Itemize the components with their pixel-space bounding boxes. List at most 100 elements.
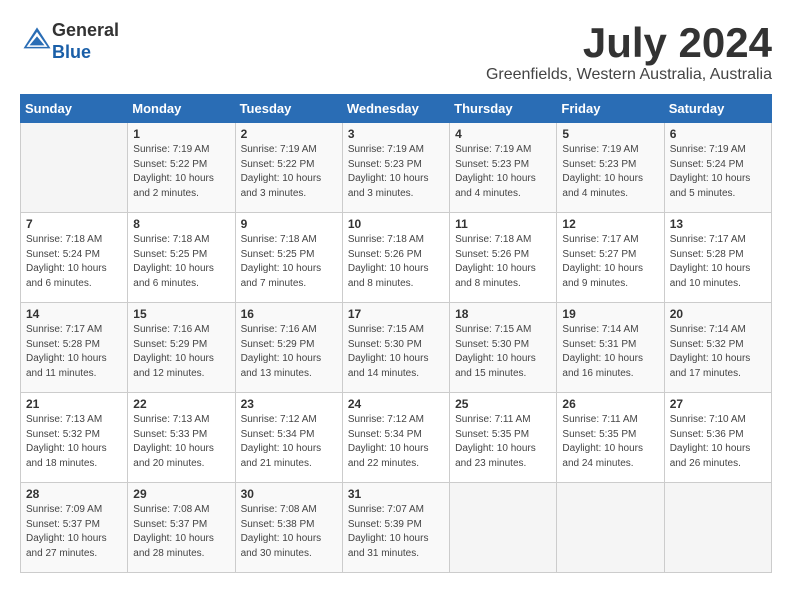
calendar-cell: 22Sunrise: 7:13 AMSunset: 5:33 PMDayligh…	[128, 393, 235, 483]
day-number: 3	[348, 127, 444, 141]
day-info: Sunrise: 7:07 AMSunset: 5:39 PMDaylight:…	[348, 503, 444, 561]
calendar-cell: 19Sunrise: 7:14 AMSunset: 5:31 PMDayligh…	[557, 303, 664, 393]
calendar-cell: 6 Sunrise: 7:19 AMSunset: 5:24 PMDaylight…	[664, 123, 771, 213]
location-title: Greenfields, Western Australia, Australi…	[486, 66, 772, 84]
day-info: Sunrise: 7:08 AMSunset: 5:38 PMDaylight:…	[241, 503, 337, 561]
day-number: 18	[455, 307, 551, 321]
day-info: Sunrise: 7:19 AMSunset: 5:22 PMDaylight:…	[241, 143, 337, 201]
day-info: Sunrise: 7:18 AMSunset: 5:25 PMDaylight:…	[241, 233, 337, 291]
day-number: 11	[455, 217, 551, 231]
calendar-cell: 1 Sunrise: 7:19 AMSunset: 5:22 PMDaylight…	[128, 123, 235, 213]
calendar-cell: 2 Sunrise: 7:19 AMSunset: 5:22 PMDaylight…	[235, 123, 342, 213]
weekday-header-cell: Wednesday	[342, 95, 449, 123]
day-number: 29	[133, 487, 229, 501]
calendar-cell: 7 Sunrise: 7:18 AMSunset: 5:24 PMDaylight…	[21, 213, 128, 303]
calendar-cell: 12Sunrise: 7:17 AMSunset: 5:27 PMDayligh…	[557, 213, 664, 303]
day-number: 30	[241, 487, 337, 501]
day-number: 27	[670, 397, 766, 411]
day-info: Sunrise: 7:19 AMSunset: 5:23 PMDaylight:…	[455, 143, 551, 201]
calendar-cell: 23Sunrise: 7:12 AMSunset: 5:34 PMDayligh…	[235, 393, 342, 483]
day-info: Sunrise: 7:19 AMSunset: 5:23 PMDaylight:…	[348, 143, 444, 201]
day-number: 9	[241, 217, 337, 231]
calendar-cell: 5 Sunrise: 7:19 AMSunset: 5:23 PMDaylight…	[557, 123, 664, 213]
day-info: Sunrise: 7:18 AMSunset: 5:26 PMDaylight:…	[348, 233, 444, 291]
calendar-week-row: 7 Sunrise: 7:18 AMSunset: 5:24 PMDaylight…	[21, 213, 772, 303]
weekday-header-cell: Tuesday	[235, 95, 342, 123]
day-number: 13	[670, 217, 766, 231]
calendar-week-row: 1 Sunrise: 7:19 AMSunset: 5:22 PMDaylight…	[21, 123, 772, 213]
day-info: Sunrise: 7:19 AMSunset: 5:22 PMDaylight:…	[133, 143, 229, 201]
day-info: Sunrise: 7:16 AMSunset: 5:29 PMDaylight:…	[241, 323, 337, 381]
day-info: Sunrise: 7:17 AMSunset: 5:28 PMDaylight:…	[670, 233, 766, 291]
calendar-cell: 10 Sunrise: 7:18 AMSunset: 5:26 PMDayligh…	[342, 213, 449, 303]
calendar-cell	[21, 123, 128, 213]
calendar-body: 1 Sunrise: 7:19 AMSunset: 5:22 PMDaylight…	[21, 123, 772, 573]
day-number: 16	[241, 307, 337, 321]
day-info: Sunrise: 7:10 AMSunset: 5:36 PMDaylight:…	[670, 413, 766, 471]
calendar-cell: 26Sunrise: 7:11 AMSunset: 5:35 PMDayligh…	[557, 393, 664, 483]
calendar-cell: 27 Sunrise: 7:10 AMSunset: 5:36 PMDayligh…	[664, 393, 771, 483]
day-number: 14	[26, 307, 122, 321]
calendar-cell: 4Sunrise: 7:19 AMSunset: 5:23 PMDaylight…	[450, 123, 557, 213]
day-info: Sunrise: 7:16 AMSunset: 5:29 PMDaylight:…	[133, 323, 229, 381]
calendar-week-row: 14Sunrise: 7:17 AMSunset: 5:28 PMDayligh…	[21, 303, 772, 393]
calendar-cell: 8 Sunrise: 7:18 AMSunset: 5:25 PMDaylight…	[128, 213, 235, 303]
day-info: Sunrise: 7:12 AMSunset: 5:34 PMDaylight:…	[241, 413, 337, 471]
calendar-cell: 24 Sunrise: 7:12 AMSunset: 5:34 PMDayligh…	[342, 393, 449, 483]
calendar-cell: 11Sunrise: 7:18 AMSunset: 5:26 PMDayligh…	[450, 213, 557, 303]
calendar-cell: 20 Sunrise: 7:14 AMSunset: 5:32 PMDayligh…	[664, 303, 771, 393]
calendar-week-row: 21 Sunrise: 7:13 AMSunset: 5:32 PMDayligh…	[21, 393, 772, 483]
day-info: Sunrise: 7:19 AMSunset: 5:23 PMDaylight:…	[562, 143, 658, 201]
day-info: Sunrise: 7:11 AMSunset: 5:35 PMDaylight:…	[455, 413, 551, 471]
day-info: Sunrise: 7:18 AMSunset: 5:24 PMDaylight:…	[26, 233, 122, 291]
day-number: 5	[562, 127, 658, 141]
page-header: General Blue July 2024 Greenfields, West…	[20, 20, 772, 84]
day-info: Sunrise: 7:18 AMSunset: 5:25 PMDaylight:…	[133, 233, 229, 291]
day-number: 19	[562, 307, 658, 321]
day-number: 21	[26, 397, 122, 411]
day-info: Sunrise: 7:11 AMSunset: 5:35 PMDaylight:…	[562, 413, 658, 471]
calendar-cell: 16 Sunrise: 7:16 AMSunset: 5:29 PMDayligh…	[235, 303, 342, 393]
weekday-header-cell: Thursday	[450, 95, 557, 123]
title-block: July 2024 Greenfields, Western Australia…	[486, 20, 772, 84]
day-info: Sunrise: 7:15 AMSunset: 5:30 PMDaylight:…	[455, 323, 551, 381]
day-number: 24	[348, 397, 444, 411]
calendar-cell: 15Sunrise: 7:16 AMSunset: 5:29 PMDayligh…	[128, 303, 235, 393]
day-number: 22	[133, 397, 229, 411]
month-title: July 2024	[486, 20, 772, 66]
day-info: Sunrise: 7:09 AMSunset: 5:37 PMDaylight:…	[26, 503, 122, 561]
calendar-cell: 31Sunrise: 7:07 AMSunset: 5:39 PMDayligh…	[342, 483, 449, 573]
day-number: 25	[455, 397, 551, 411]
day-info: Sunrise: 7:12 AMSunset: 5:34 PMDaylight:…	[348, 413, 444, 471]
day-info: Sunrise: 7:15 AMSunset: 5:30 PMDaylight:…	[348, 323, 444, 381]
day-info: Sunrise: 7:08 AMSunset: 5:37 PMDaylight:…	[133, 503, 229, 561]
day-number: 6	[670, 127, 766, 141]
calendar-week-row: 28 Sunrise: 7:09 AMSunset: 5:37 PMDayligh…	[21, 483, 772, 573]
day-number: 12	[562, 217, 658, 231]
day-info: Sunrise: 7:14 AMSunset: 5:32 PMDaylight:…	[670, 323, 766, 381]
weekday-header-cell: Friday	[557, 95, 664, 123]
day-number: 10	[348, 217, 444, 231]
weekday-header-row: SundayMondayTuesdayWednesdayThursdayFrid…	[21, 95, 772, 123]
calendar-cell: 21 Sunrise: 7:13 AMSunset: 5:32 PMDayligh…	[21, 393, 128, 483]
calendar-cell: 28 Sunrise: 7:09 AMSunset: 5:37 PMDayligh…	[21, 483, 128, 573]
day-info: Sunrise: 7:13 AMSunset: 5:32 PMDaylight:…	[26, 413, 122, 471]
day-number: 17	[348, 307, 444, 321]
calendar-cell: 14Sunrise: 7:17 AMSunset: 5:28 PMDayligh…	[21, 303, 128, 393]
day-number: 28	[26, 487, 122, 501]
calendar-table: SundayMondayTuesdayWednesdayThursdayFrid…	[20, 94, 772, 573]
day-number: 7	[26, 217, 122, 231]
logo-icon	[22, 24, 52, 54]
day-info: Sunrise: 7:19 AMSunset: 5:24 PMDaylight:…	[670, 143, 766, 201]
day-number: 8	[133, 217, 229, 231]
calendar-cell: 3 Sunrise: 7:19 AMSunset: 5:23 PMDaylight…	[342, 123, 449, 213]
calendar-cell: 30 Sunrise: 7:08 AMSunset: 5:38 PMDayligh…	[235, 483, 342, 573]
day-number: 1	[133, 127, 229, 141]
calendar-cell: 25 Sunrise: 7:11 AMSunset: 5:35 PMDayligh…	[450, 393, 557, 483]
calendar-cell	[450, 483, 557, 573]
day-number: 20	[670, 307, 766, 321]
day-number: 2	[241, 127, 337, 141]
calendar-cell: 29 Sunrise: 7:08 AMSunset: 5:37 PMDayligh…	[128, 483, 235, 573]
logo-blue-text: Blue	[52, 42, 91, 62]
logo: General Blue	[20, 20, 119, 63]
